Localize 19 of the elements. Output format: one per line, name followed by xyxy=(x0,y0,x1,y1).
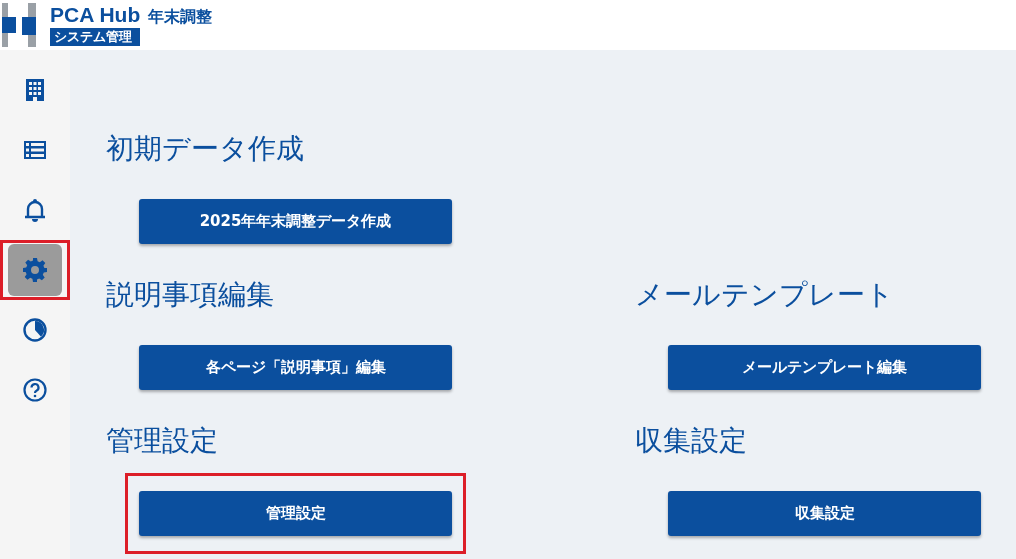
bell-icon xyxy=(24,198,46,222)
gear-icon xyxy=(23,258,47,282)
building-icon xyxy=(26,79,44,101)
section-heading: 収集設定 xyxy=(635,423,748,459)
section-heading: 初期データ作成 xyxy=(106,131,305,167)
product-name: 年末調整 xyxy=(148,7,213,27)
section-heading: 説明事項編集 xyxy=(106,277,275,313)
action-button[interactable]: 2025年年末調整データ作成 xyxy=(139,199,452,244)
action-button[interactable]: メールテンプレート編集 xyxy=(668,345,981,390)
action-button[interactable]: 管理設定 xyxy=(139,491,452,536)
section-heading: 管理設定 xyxy=(106,423,219,459)
pie-chart-icon xyxy=(23,318,47,342)
list-icon xyxy=(24,141,46,159)
help-icon xyxy=(23,378,47,402)
section-heading: メールテンプレート xyxy=(635,277,895,313)
action-button[interactable]: 各ページ「説明事項」編集 xyxy=(139,345,452,390)
app-title: PCA Hub xyxy=(50,4,141,26)
action-button[interactable]: 収集設定 xyxy=(668,491,981,536)
role-badge: システム管理 xyxy=(50,28,140,46)
